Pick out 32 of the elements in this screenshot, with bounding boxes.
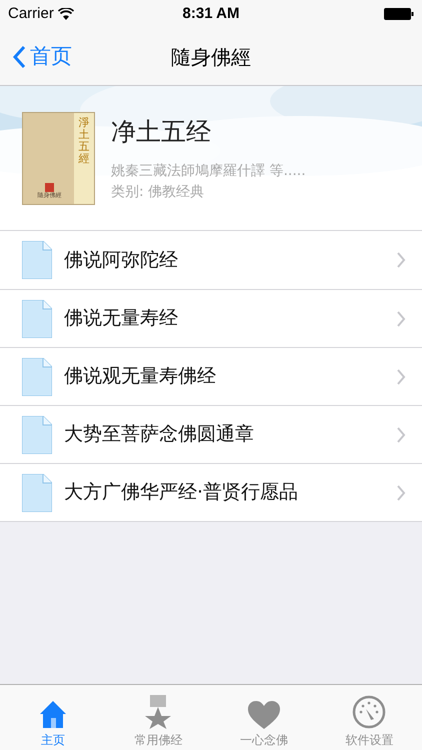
gauge-icon xyxy=(352,695,386,729)
chevron-right-icon xyxy=(396,426,406,442)
document-icon xyxy=(22,358,52,396)
document-icon xyxy=(22,300,52,338)
chevron-right-icon xyxy=(396,252,406,268)
chevron-right-icon xyxy=(396,484,406,500)
chapter-item[interactable]: 佛说无量寿经 xyxy=(22,290,396,347)
chapter-item[interactable]: 大势至菩萨念佛圆通章 xyxy=(22,406,396,463)
battery-icon xyxy=(384,8,414,20)
book-title: 净土五经 xyxy=(111,116,212,148)
back-button[interactable]: 首页 xyxy=(0,40,72,72)
chapter-item[interactable]: 佛说观无量寿佛经 xyxy=(22,348,396,405)
tab-item[interactable]: 主页 xyxy=(0,685,106,750)
wifi-icon xyxy=(58,8,74,20)
star-medal-icon xyxy=(143,695,174,729)
chapter-item[interactable]: 大方广佛华严经·普贤行愿品 xyxy=(22,464,396,521)
cover-title: 淨土五經 xyxy=(78,116,90,167)
book-category: 类别: 佛教经典 xyxy=(111,182,206,202)
carrier-label: Carrier xyxy=(8,4,54,24)
document-icon xyxy=(22,241,52,279)
chevron-right-icon xyxy=(396,310,406,326)
nav-title: 隨身佛經 xyxy=(171,44,251,70)
chapter-item[interactable]: 佛说阿弥陀经 xyxy=(22,231,396,289)
seal-icon xyxy=(45,183,54,192)
chevron-right-icon xyxy=(396,368,406,384)
document-icon xyxy=(22,416,52,454)
chevron-left-icon xyxy=(12,44,26,68)
heart-icon xyxy=(248,701,280,729)
home-icon xyxy=(38,699,68,729)
book-author: 姚秦三藏法師鳩摩羅什譯 等..... xyxy=(111,162,306,181)
status-time: 8:31 AM xyxy=(182,4,240,24)
document-icon xyxy=(22,474,52,512)
